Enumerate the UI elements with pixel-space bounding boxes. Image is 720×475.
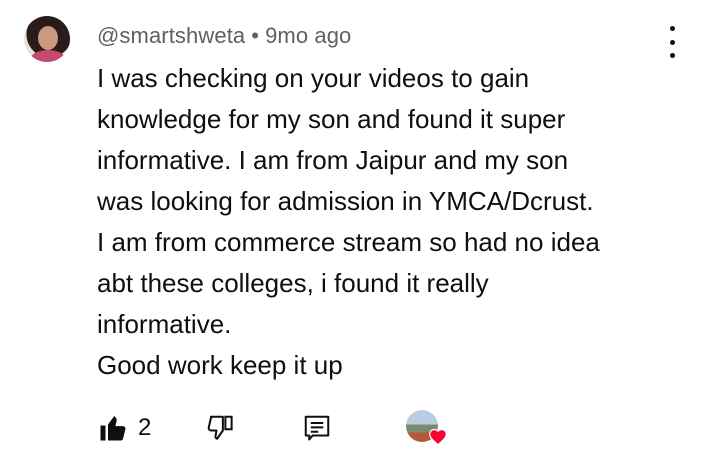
meta-separator: • — [251, 23, 260, 48]
comment-line: Good work keep it up — [97, 350, 343, 380]
creator-heart-icon — [429, 428, 447, 446]
author-handle[interactable]: @smartshweta — [97, 23, 245, 48]
comment-actions: 2 — [98, 408, 332, 448]
comment-line: I am from commerce stream so had no idea — [97, 227, 600, 257]
like-count: 2 — [138, 414, 152, 441]
comment-line: informative. I am from Jaipur and my son — [97, 145, 569, 175]
reply-button[interactable] — [302, 413, 332, 443]
comment-line: I was checking on your videos to gain — [97, 63, 530, 93]
like-button[interactable]: 2 — [98, 413, 151, 443]
comment-meta: @smartshweta • 9mo ago — [97, 23, 351, 49]
comment-time: 9mo ago — [265, 23, 352, 48]
reply-icon — [305, 415, 330, 441]
author-avatar[interactable] — [24, 16, 70, 62]
comment-line: was looking for admission in YMCA/Dcrust… — [97, 186, 594, 216]
dislike-button[interactable] — [206, 413, 236, 443]
comment-line: abt these colleges, i found it really — [97, 268, 489, 298]
comment-line: informative. — [97, 309, 232, 339]
more-options-icon[interactable] — [660, 26, 684, 58]
comment-text: I was checking on your videos to gain kn… — [97, 58, 687, 386]
thumbs-down-icon — [208, 415, 233, 440]
comment-line: knowledge for my son and found it super — [97, 104, 566, 134]
thumbs-up-icon — [100, 416, 126, 441]
